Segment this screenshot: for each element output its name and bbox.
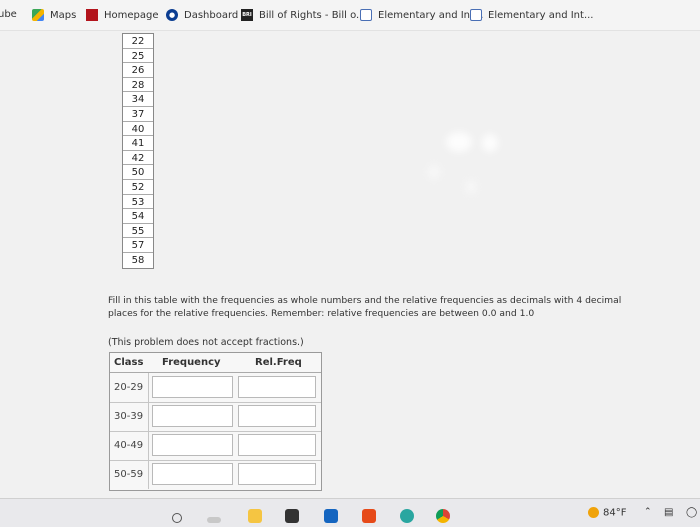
chevron-up-icon[interactable]: ⌃ xyxy=(644,507,652,517)
bookmark-homepage[interactable]: Homepage xyxy=(86,9,159,21)
data-value: 57 xyxy=(123,238,153,253)
search-icon[interactable] xyxy=(172,513,182,523)
task-view-icon[interactable] xyxy=(207,517,221,523)
bookmark-label: Elementary and Int... xyxy=(488,9,594,21)
frequency-input[interactable] xyxy=(152,405,233,427)
table-row: 30-39 xyxy=(110,402,321,432)
store-icon[interactable] xyxy=(285,509,299,523)
class-label: 50-59 xyxy=(114,469,144,480)
table-row: 40-49 xyxy=(110,431,321,461)
chrome-icon[interactable] xyxy=(436,509,450,523)
frequency-table: Class Frequency Rel.Freq 20-29 30-39 40-… xyxy=(109,352,322,491)
frequency-input[interactable] xyxy=(152,463,233,485)
data-value: 52 xyxy=(123,180,153,195)
instructions-text: Fill in this table with the frequencies … xyxy=(108,295,622,319)
bookmark-elementary-2[interactable]: Elementary and Int... xyxy=(470,9,593,21)
network-icon[interactable]: ▤ xyxy=(664,507,673,518)
homepage-icon xyxy=(86,9,98,21)
mail-icon[interactable] xyxy=(324,509,338,523)
data-value: 25 xyxy=(123,49,153,64)
column-divider xyxy=(148,373,149,402)
data-value: 58 xyxy=(131,254,145,266)
maps-icon xyxy=(32,9,44,21)
taskbar: 84°F ⌃ ▤ ◯ xyxy=(0,498,700,527)
bookmark-label: Elementary and Int... xyxy=(378,9,484,21)
class-label: 20-29 xyxy=(114,382,144,393)
screen-glare xyxy=(466,180,476,194)
bookmark-maps[interactable]: Maps xyxy=(32,9,76,21)
data-value: 53 xyxy=(123,195,153,210)
data-value: 37 xyxy=(123,107,153,122)
frequency-input[interactable] xyxy=(152,434,233,456)
data-value: 26 xyxy=(123,63,153,78)
class-label: 40-49 xyxy=(114,440,144,451)
data-value: 50 xyxy=(123,165,153,180)
sun-icon xyxy=(588,507,599,518)
header-class: Class xyxy=(114,357,144,368)
header-frequency: Frequency xyxy=(162,357,221,368)
document-icon xyxy=(470,9,482,21)
bookmark-elementary-1[interactable]: Elementary and Int... xyxy=(360,9,483,21)
screen-glare xyxy=(428,165,440,179)
bookmark-youtube[interactable]: ube xyxy=(0,9,17,20)
volume-icon[interactable]: ◯ xyxy=(686,507,697,518)
bookmark-label: ube xyxy=(0,9,17,20)
column-divider xyxy=(148,460,149,489)
bill-of-rights-icon: BRI xyxy=(241,9,253,21)
frequency-input[interactable] xyxy=(152,376,233,398)
header-rel-freq: Rel.Freq xyxy=(255,357,302,368)
bookmark-bill-of-rights[interactable]: BRI Bill of Rights - Bill o... xyxy=(241,9,366,21)
rel-freq-input[interactable] xyxy=(238,434,316,456)
data-value: 42 xyxy=(123,151,153,166)
column-divider xyxy=(148,431,149,460)
no-fractions-note: (This problem does not accept fractions.… xyxy=(108,337,304,348)
office-icon[interactable] xyxy=(362,509,376,523)
table-header: Class Frequency Rel.Freq xyxy=(110,353,321,373)
rel-freq-input[interactable] xyxy=(238,376,316,398)
document-icon xyxy=(360,9,372,21)
table-row: 20-29 xyxy=(110,373,321,403)
temperature: 84°F xyxy=(603,507,627,519)
data-value: 34 xyxy=(123,92,153,107)
class-label: 30-39 xyxy=(114,411,144,422)
rel-freq-input[interactable] xyxy=(238,405,316,427)
bookmark-label: Maps xyxy=(50,9,77,21)
screen-glare xyxy=(482,134,498,152)
bookmark-label: Homepage xyxy=(104,9,159,21)
bookmark-label: Bill of Rights - Bill o... xyxy=(259,9,366,21)
weather-widget[interactable]: 84°F xyxy=(588,507,626,519)
screen-glare xyxy=(446,132,472,152)
data-value: 40 xyxy=(123,122,153,137)
data-value: 28 xyxy=(123,78,153,93)
data-value: 54 xyxy=(123,209,153,224)
edge-icon[interactable] xyxy=(400,509,414,523)
bookmark-label: Dashboard xyxy=(184,9,239,21)
data-value: 22 xyxy=(123,34,153,49)
bookmarks-bar: ube Maps Homepage ● Dashboard BRI Bill o… xyxy=(0,0,700,31)
column-divider xyxy=(148,402,149,431)
data-value: 55 xyxy=(123,224,153,239)
bookmark-dashboard[interactable]: ● Dashboard xyxy=(166,9,238,21)
dashboard-icon: ● xyxy=(166,9,178,21)
table-row: 50-59 xyxy=(110,460,321,489)
data-value: 41 xyxy=(123,136,153,151)
rel-freq-input[interactable] xyxy=(238,463,316,485)
file-explorer-icon[interactable] xyxy=(248,509,262,523)
data-values-list: 22 25 26 28 34 37 40 41 42 50 52 53 54 5… xyxy=(122,33,154,269)
